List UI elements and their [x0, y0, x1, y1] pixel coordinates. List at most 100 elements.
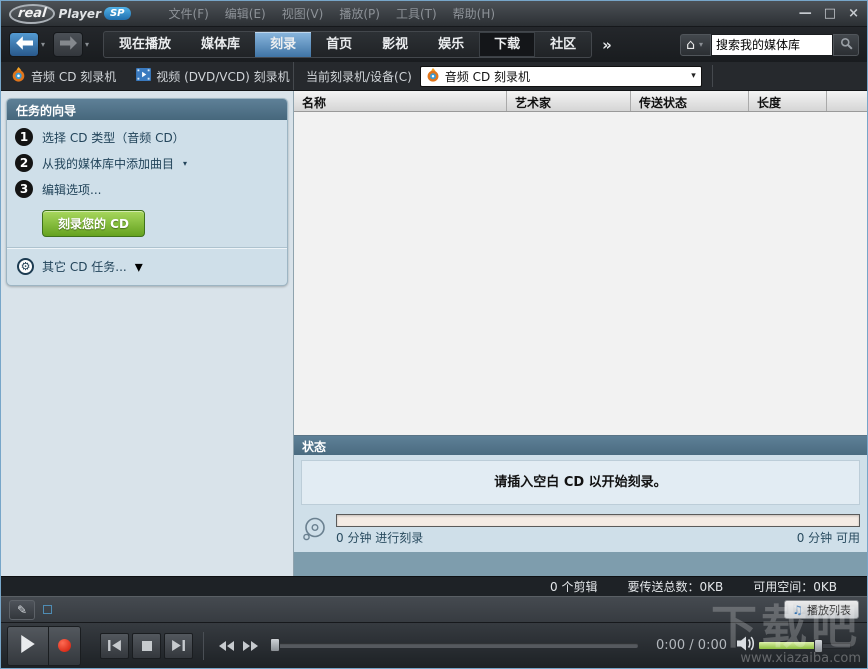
next-button[interactable]: [164, 633, 193, 659]
tab-burn[interactable]: 刻录: [255, 32, 311, 57]
dropdown-caret-icon: ▾: [691, 71, 696, 81]
video-film-icon: [136, 68, 151, 84]
player-bar: ✎ ♫ 播放列表: [1, 596, 867, 668]
previous-icon: [108, 636, 121, 655]
track-table-body[interactable]: [294, 112, 867, 435]
device-dropdown[interactable]: 音频 CD 刻录机 ▾: [420, 66, 702, 87]
maximize-button[interactable]: □: [824, 7, 836, 20]
step-1-label: 选择 CD 类型（音频 CD）: [42, 129, 185, 146]
column-artist[interactable]: 艺术家: [507, 91, 631, 111]
audio-cd-label: 音频 CD 刻录机: [31, 68, 116, 85]
minutes-available-label: 0 分钟 可用: [797, 529, 860, 546]
logo-real-text: real: [8, 4, 57, 24]
status-panel-title: 状态: [294, 436, 867, 455]
column-transfer-status[interactable]: 传送状态: [631, 91, 749, 111]
previous-button[interactable]: [100, 633, 129, 659]
tab-library[interactable]: 媒体库: [186, 32, 255, 57]
step-2-label: 从我的媒体库中添加曲目: [42, 155, 174, 172]
status-panel: 状态 请插入空白 CD 以开始刻录。 0 分钟 进行刻录 0 分钟 可用: [294, 435, 867, 552]
play-button[interactable]: [7, 626, 49, 666]
close-button[interactable]: ×: [848, 7, 859, 20]
task-wizard-panel: 任务的向导 1 选择 CD 类型（音频 CD） 2 从我的媒体库中添加曲目 ▾ …: [6, 98, 288, 286]
tab-community[interactable]: 社区: [535, 32, 591, 57]
menu-file[interactable]: 文件(F): [169, 5, 209, 22]
edit-clip-button[interactable]: ✎: [9, 600, 35, 620]
status-panel-body: 请插入空白 CD 以开始刻录。 0 分钟 进行刻录 0 分钟 可用: [294, 455, 867, 552]
burn-cd-button[interactable]: 刻录您的 CD: [42, 210, 145, 237]
logo-player-text: Player: [58, 7, 101, 21]
audio-cd-burner-button[interactable]: 音频 CD 刻录机: [1, 67, 126, 85]
menu-tools[interactable]: 工具(T): [396, 5, 437, 22]
play-icon: [20, 635, 36, 657]
seek-handle[interactable]: [270, 638, 280, 652]
main-area: 任务的向导 1 选择 CD 类型（音频 CD） 2 从我的媒体库中添加曲目 ▾ …: [1, 91, 867, 576]
tab-movies[interactable]: 影视: [367, 32, 423, 57]
navigation-bar: ▾ ▾ 现在播放 媒体库 刻录 首页 影视 娱乐 下载 社区 » ⌂ ▾: [1, 27, 867, 62]
home-icon: ⌂: [686, 38, 695, 52]
search-area: ⌂ ▾: [680, 34, 859, 56]
rewind-icon: [219, 636, 234, 655]
statusbar: 0 个剪辑 要传送总数：0KB 可用空间：0KB: [1, 576, 867, 596]
wizard-step-select-cd-type[interactable]: 1 选择 CD 类型（音频 CD）: [15, 128, 279, 146]
menubar: 文件(F) 编辑(E) 视图(V) 播放(P) 工具(T) 帮助(H): [169, 5, 496, 22]
video-burner-button[interactable]: 视频 (DVD/VCD) 刻录机: [126, 68, 299, 85]
column-length[interactable]: 长度: [749, 91, 827, 111]
forward-arrow-icon: [60, 35, 77, 54]
burner-toolbar: 音频 CD 刻录机 视频 (DVD/VCD) 刻录机 当前刻录机/设备(C) 音…: [1, 62, 867, 91]
stop-button[interactable]: [132, 633, 161, 659]
record-button[interactable]: [49, 626, 81, 666]
nav-tabs: 现在播放 媒体库 刻录 首页 影视 娱乐 下载 社区: [103, 31, 592, 58]
menu-play[interactable]: 播放(P): [339, 5, 380, 22]
wizard-step-add-tracks[interactable]: 2 从我的媒体库中添加曲目 ▾: [15, 154, 279, 172]
back-button[interactable]: [9, 32, 39, 57]
stop-icon: [142, 636, 152, 655]
menu-edit[interactable]: 编辑(E): [225, 5, 266, 22]
volume-handle[interactable]: [814, 639, 823, 653]
tab-overflow-chevron[interactable]: »: [602, 36, 612, 54]
magnifier-icon: [840, 35, 853, 54]
player-controls: 0:00 / 0:00: [1, 623, 867, 668]
forward-button[interactable]: [53, 32, 83, 57]
menu-help[interactable]: 帮助(H): [453, 5, 495, 22]
volume-slider[interactable]: [758, 639, 851, 653]
scope-caret-icon: ▾: [699, 40, 703, 49]
forward-history-caret-icon[interactable]: ▾: [85, 40, 89, 49]
menu-view[interactable]: 视图(V): [282, 5, 324, 22]
tab-download[interactable]: 下载: [479, 32, 535, 57]
current-device-label: 当前刻录机/设备(C): [306, 68, 412, 85]
back-history-caret-icon[interactable]: ▾: [41, 40, 45, 49]
wizard-body: 1 选择 CD 类型（音频 CD） 2 从我的媒体库中添加曲目 ▾ 3 编辑选项…: [7, 120, 287, 285]
burn-progress-bar: [336, 514, 860, 527]
wizard-title: 任务的向导: [7, 99, 287, 120]
volume-track-rest: [823, 643, 851, 649]
transport-group: [97, 633, 193, 659]
back-arrow-icon: [16, 35, 33, 54]
clip-region-icon[interactable]: [43, 605, 52, 614]
seek-slider[interactable]: [270, 643, 638, 648]
next-icon: [172, 636, 185, 655]
playlist-button[interactable]: ♫ 播放列表: [784, 600, 859, 619]
search-input[interactable]: [711, 34, 833, 56]
column-name[interactable]: 名称: [294, 91, 507, 111]
video-burner-label: 视频 (DVD/VCD) 刻录机: [156, 68, 289, 85]
minimize-button[interactable]: —: [799, 7, 812, 20]
realplayer-logo: real Player SP: [9, 4, 131, 24]
other-cd-tasks-button[interactable]: ⚙ 其它 CD 任务... ▾: [15, 249, 279, 285]
controls-divider: [203, 632, 204, 660]
status-message: 请插入空白 CD 以开始刻录。: [301, 460, 860, 505]
search-button[interactable]: [833, 34, 859, 56]
realplayer-window: real Player SP 文件(F) 编辑(E) 视图(V) 播放(P) 工…: [0, 0, 868, 669]
fast-forward-icon: [243, 636, 258, 655]
rewind-button[interactable]: [214, 636, 238, 656]
tab-entertainment[interactable]: 娱乐: [423, 32, 479, 57]
volume-icon[interactable]: [737, 636, 756, 655]
tab-home[interactable]: 首页: [311, 32, 367, 57]
toolbar-divider: [712, 65, 713, 87]
wizard-step-edit-options[interactable]: 3 编辑选项...: [15, 180, 279, 198]
search-scope-button[interactable]: ⌂ ▾: [680, 34, 711, 56]
volume-fill: [758, 641, 816, 650]
tab-now-playing[interactable]: 现在播放: [104, 32, 186, 57]
progress-row: 0 分钟 进行刻录 0 分钟 可用: [301, 514, 860, 547]
fast-forward-button[interactable]: [238, 636, 262, 656]
device-audio-cd-icon: [426, 67, 440, 86]
